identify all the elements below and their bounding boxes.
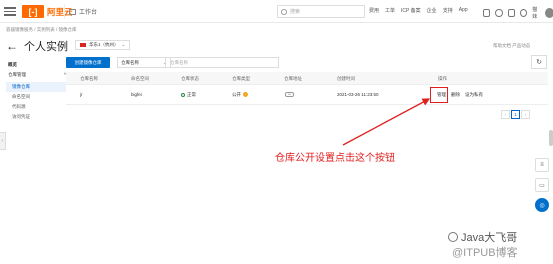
refresh-icon: ↻ <box>536 59 542 66</box>
workbench-label: 工作台 <box>79 10 98 16</box>
sidebar-collapse-handle[interactable]: ‹ <box>0 132 6 150</box>
prev-page-button[interactable]: ‹ <box>501 110 510 119</box>
top-icons: 猫妹 <box>483 6 553 20</box>
sidebar <box>0 23 68 264</box>
header-name: 仓库名称 <box>80 76 98 81</box>
pagination: ‹ 1 › <box>500 110 530 119</box>
search-icon <box>281 8 287 15</box>
filter-search-input[interactable]: 仓库名称 <box>165 57 279 68</box>
watermark-text-1: Java大飞哥 <box>461 232 518 244</box>
repo-type-label: 公开 <box>232 92 241 97</box>
annotation-text: 仓库公开设置点击这个按钮 <box>275 153 395 164</box>
status-ok-icon <box>181 92 185 97</box>
wechat-icon <box>448 232 458 242</box>
feedback-icon[interactable]: ≡ <box>535 158 549 172</box>
user-name[interactable]: 猫妹 <box>532 6 541 20</box>
watermark-itpub: @ITPUB博客 <box>452 247 518 259</box>
page-current[interactable]: 1 <box>511 110 520 119</box>
header-type: 仓库类型 <box>232 76 250 81</box>
nav-overview[interactable]: 概览 <box>8 62 66 72</box>
nav-item-code-source[interactable]: 代码源 <box>8 102 66 112</box>
filter-field-label: 仓库名称 <box>121 59 139 65</box>
nav-group-repo-management[interactable]: 仓库管理 ^ <box>8 72 66 82</box>
scrollbar[interactable] <box>549 130 553 146</box>
nav-item-repositories[interactable]: 镜像仓库 <box>6 82 66 92</box>
nav-group-label: 仓库管理 <box>8 72 26 77</box>
chat-icon[interactable]: ▭ <box>535 178 549 192</box>
table-header: 仓库名称 命名空间 仓库状态 仓库类型 仓库地址 创建时间 操作 <box>66 72 548 85</box>
annotation-highlight-box <box>430 87 448 103</box>
floating-tools: ≡ ▭ ◎ <box>535 158 553 218</box>
repository-table: 仓库名称 命名空间 仓库状态 仓库类型 仓库地址 创建时间 操作 jr bigf… <box>66 72 548 105</box>
service-icon[interactable]: ◎ <box>535 198 549 212</box>
header-address: 仓库地址 <box>284 76 302 81</box>
top-link-support[interactable]: 支持 <box>443 7 453 14</box>
repo-address: ••• <box>285 85 294 105</box>
top-link-billing[interactable]: 费用 <box>369 7 379 14</box>
back-arrow-icon[interactable]: ← <box>6 39 18 53</box>
header-status: 仓库状态 <box>181 76 199 81</box>
top-bar: [-] 阿里云 工作台 搜索 费用 工单 ICP 备案 企业 支持 App 猫妹 <box>0 0 553 23</box>
top-link-enterprise[interactable]: 企业 <box>427 7 437 14</box>
repo-namespace: bigfei <box>131 92 142 97</box>
top-link-ticket[interactable]: 工单 <box>385 7 395 14</box>
repo-status-label: 正常 <box>187 92 196 97</box>
cart-icon[interactable] <box>507 9 515 17</box>
repo-status: 正常 <box>181 85 196 105</box>
page-title: 个人实例 <box>24 41 68 53</box>
set-private-link[interactable]: 设为私有 <box>465 85 483 105</box>
header-created: 创建时间 <box>337 76 355 81</box>
help-icon[interactable] <box>519 9 528 17</box>
repo-name-link[interactable]: jr <box>80 85 83 105</box>
terminal-icon[interactable] <box>483 9 491 17</box>
toolbar: 创建镜像仓库 仓库名称 ⌄ 仓库名称 ↻ <box>66 55 553 71</box>
workbench-icon <box>69 8 76 15</box>
chevron-down-icon: ⌄ <box>121 42 126 47</box>
more-icon[interactable]: ••• <box>285 92 294 98</box>
menu-icon[interactable] <box>4 5 16 17</box>
region-label: 华东1（杭州） <box>89 42 119 47</box>
global-search-input[interactable]: 搜索 <box>277 5 365 18</box>
avatar[interactable] <box>545 8 553 18</box>
warning-icon[interactable] <box>243 92 248 98</box>
breadcrumb[interactable]: 容器镜像服务 / 实例列表 / 镜像仓库 <box>6 27 77 33</box>
top-links: 费用 工单 ICP 备案 企业 支持 App <box>369 7 474 14</box>
page-title-row: ← 个人实例 <box>6 38 68 54</box>
region-select[interactable]: 华东1（杭州） ⌄ <box>75 40 131 50</box>
nav-item-namespaces[interactable]: 命名空间 <box>8 92 66 102</box>
search-placeholder: 搜索 <box>290 9 301 15</box>
create-repository-button[interactable]: 创建镜像仓库 <box>66 57 110 68</box>
repo-created-time: 2021-03-26 11:23:50 <box>337 92 379 97</box>
repo-type: 公开 <box>232 85 248 105</box>
top-link-app[interactable]: App <box>459 7 468 14</box>
bell-icon[interactable] <box>495 9 503 17</box>
header-namespace: 命名空间 <box>131 76 149 81</box>
china-flag-icon <box>80 43 86 47</box>
nav-item-credentials[interactable]: 访问凭证 <box>8 112 66 122</box>
refresh-button[interactable]: ↻ <box>531 55 547 69</box>
help-links[interactable]: 帮助文档 产品动态 <box>493 43 530 49</box>
table-row: jr bigfei 正常 公开 ••• 2021-03-26 11:23:50 … <box>66 85 548 105</box>
logo-mark: [-] <box>22 5 44 18</box>
next-page-button[interactable]: › <box>521 110 530 119</box>
watermark-java-dafeige: Java大飞哥 <box>448 229 517 245</box>
top-link-icp[interactable]: ICP 备案 <box>401 7 421 14</box>
header-actions: 操作 <box>438 76 447 81</box>
workbench-button[interactable]: 工作台 <box>64 4 101 19</box>
filter-field-select[interactable]: 仓库名称 ⌄ <box>117 57 171 68</box>
delete-link[interactable]: 删除 <box>451 85 460 105</box>
side-nav: 概览 仓库管理 ^ 镜像仓库 命名空间 代码源 访问凭证 <box>6 62 66 122</box>
